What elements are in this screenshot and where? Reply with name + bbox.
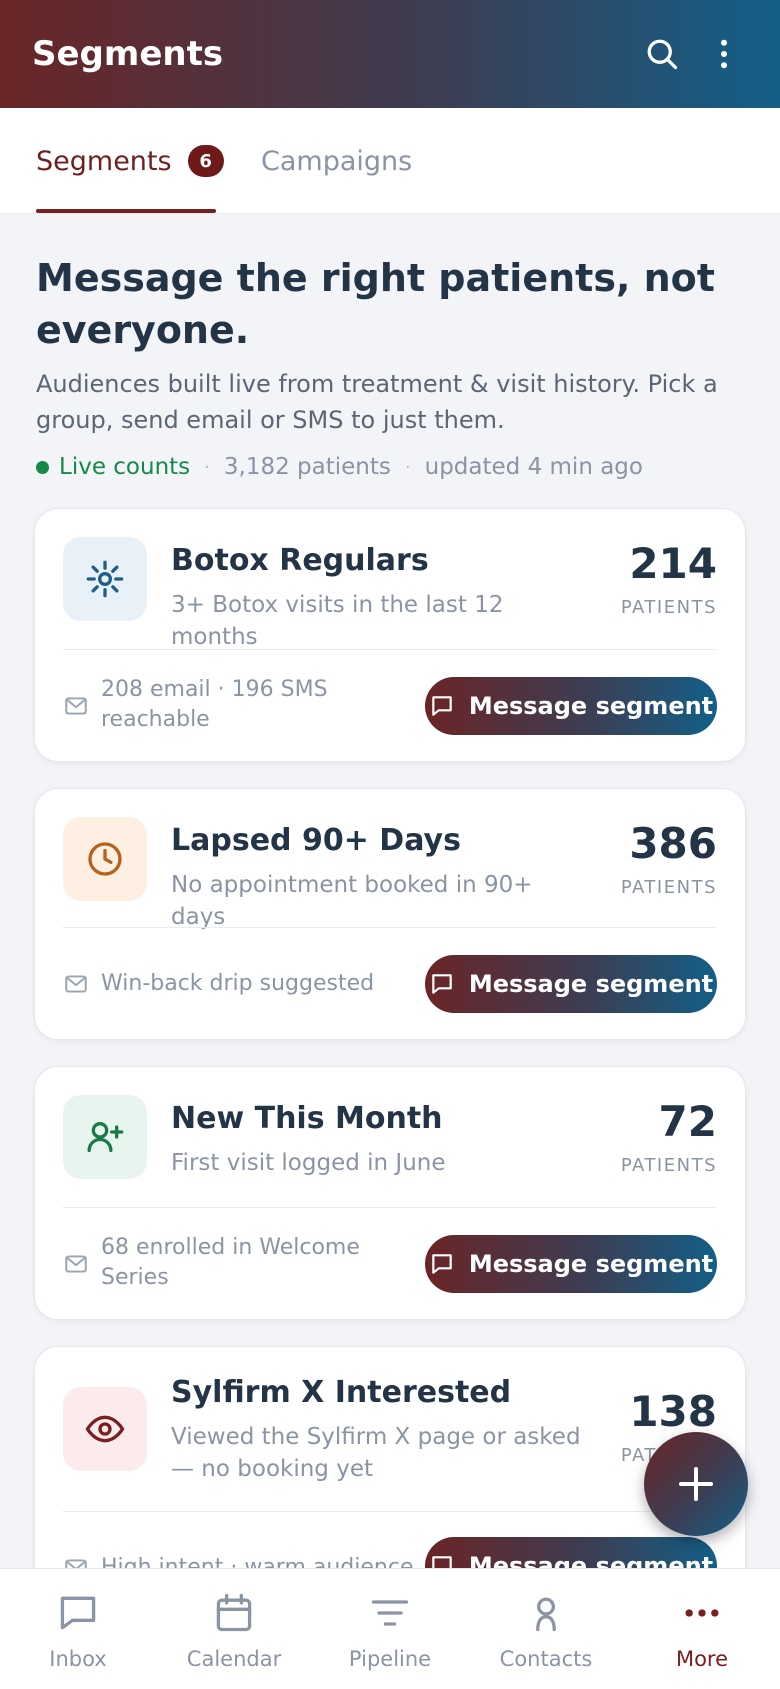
filter-icon <box>371 1600 409 1626</box>
eye-icon <box>85 1415 125 1443</box>
segment-title: Sylfirm X Interested <box>171 1375 512 1410</box>
segment-card-lapsed-90-days[interactable]: Lapsed 90+ Days No appointment booked in… <box>34 788 746 1040</box>
user-plus-icon <box>87 1122 124 1152</box>
page-title: Segments <box>32 34 224 74</box>
segment-icon-tile <box>63 1095 147 1179</box>
hero-subtitle: Audiences built live from treatment & vi… <box>36 370 718 434</box>
live-counts-bar: Live counts · 3,182 patients · updated 4… <box>36 454 643 480</box>
nav-contacts[interactable]: Contacts <box>468 1569 624 1689</box>
mail-icon <box>65 1255 87 1273</box>
add-segment-button[interactable] <box>644 1432 748 1536</box>
card-divider <box>63 1207 717 1208</box>
segment-icon-tile <box>63 1387 147 1471</box>
segment-icon-tile <box>63 817 147 901</box>
nav-inbox[interactable]: Inbox <box>0 1569 156 1689</box>
segment-title: New This Month <box>171 1101 443 1136</box>
mail-icon <box>65 697 87 715</box>
app-bar: Segments <box>0 0 780 108</box>
message-segment-button[interactable]: Message segment <box>425 955 717 1013</box>
message-icon <box>432 974 452 994</box>
segment-reach-note: 68 enrolled in Welcome Series <box>101 1235 360 1290</box>
segment-description: Viewed the Sylfirm X page or asked — no … <box>171 1424 581 1482</box>
separator-dot: · <box>204 456 210 478</box>
live-indicator-dot <box>36 460 49 474</box>
tab-campaigns-label: Campaigns <box>261 145 413 177</box>
card-divider <box>63 1511 717 1512</box>
more-options-button[interactable] <box>700 30 748 78</box>
active-tab-indicator <box>36 209 216 213</box>
nav-calendar-label: Calendar <box>186 1647 282 1671</box>
search-button[interactable] <box>638 30 686 78</box>
segments-count-badge: 6 <box>187 145 224 177</box>
clock-icon <box>88 842 122 876</box>
hero: Message the right patients, not everyone… <box>36 252 736 438</box>
segment-count: 138 <box>629 1387 717 1436</box>
tab-segments[interactable]: Segments 6 <box>36 108 224 214</box>
bottom-navigation: Inbox Calendar Pipeline Contacts More <box>0 1568 780 1689</box>
hero-title: Message the right patients, not everyone… <box>36 256 715 352</box>
separator-dot: · <box>404 456 411 478</box>
segment-description: 3+ Botox visits in the last 12 months <box>171 592 504 650</box>
nav-pipeline[interactable]: Pipeline <box>312 1569 468 1689</box>
message-segment-label: Message segment <box>468 1250 714 1278</box>
segment-reach-note: 208 email · 196 SMS reachable <box>101 677 328 732</box>
segment-title: Lapsed 90+ Days <box>171 823 461 858</box>
search-icon <box>647 39 678 70</box>
nav-more-label: More <box>675 1647 729 1671</box>
segment-count-unit: PATIENTS <box>620 877 717 898</box>
tab-bar: Segments 6 Campaigns <box>0 108 780 214</box>
message-icon <box>432 1254 452 1274</box>
card-divider <box>63 649 717 650</box>
calendar-icon <box>216 1593 252 1632</box>
segment-count-unit: PATIENTS <box>620 597 717 618</box>
message-segment-label: Message segment <box>468 692 714 720</box>
tab-segments-label: Segments <box>36 145 172 177</box>
nav-inbox-label: Inbox <box>49 1647 107 1671</box>
segment-count: 386 <box>629 819 717 868</box>
segment-description: No appointment booked in 90+ days <box>171 872 533 930</box>
segment-icon-tile <box>63 537 147 621</box>
segment-description: First visit logged in June <box>171 1150 446 1176</box>
mail-icon <box>65 975 87 993</box>
chat-icon <box>60 1596 96 1630</box>
nav-contacts-label: Contacts <box>499 1647 593 1671</box>
message-segment-button[interactable]: Message segment <box>425 677 717 735</box>
segment-count: 214 <box>629 539 717 588</box>
segment-reach-note: Win-back drip suggested <box>101 971 375 996</box>
segment-count-unit: PATIENTS <box>620 1155 717 1176</box>
segment-card-botox-regulars[interactable]: Botox Regulars 3+ Botox visits in the la… <box>34 508 746 762</box>
more-vertical-icon <box>721 39 727 69</box>
segment-card-new-this-month[interactable]: New This Month First visit logged in Jun… <box>34 1066 746 1320</box>
card-divider <box>63 927 717 928</box>
nav-pipeline-label: Pipeline <box>348 1647 432 1671</box>
message-segment-button[interactable]: Message segment <box>425 1235 717 1293</box>
message-icon <box>432 696 452 716</box>
nav-more[interactable]: More <box>624 1569 780 1689</box>
person-icon <box>536 1597 556 1632</box>
segment-title: Botox Regulars <box>171 543 429 578</box>
plus-icon <box>679 1467 713 1501</box>
sparkle-icon <box>86 560 124 598</box>
updated-time: updated 4 min ago <box>424 454 643 480</box>
live-counts-label: Live counts <box>59 454 191 480</box>
message-segment-label: Message segment <box>468 970 714 998</box>
more-horizontal-icon <box>685 1609 719 1617</box>
total-patients: 3,182 patients <box>223 454 391 480</box>
nav-calendar[interactable]: Calendar <box>156 1569 312 1689</box>
segment-count: 72 <box>658 1097 717 1146</box>
tab-campaigns[interactable]: Campaigns <box>261 108 412 214</box>
